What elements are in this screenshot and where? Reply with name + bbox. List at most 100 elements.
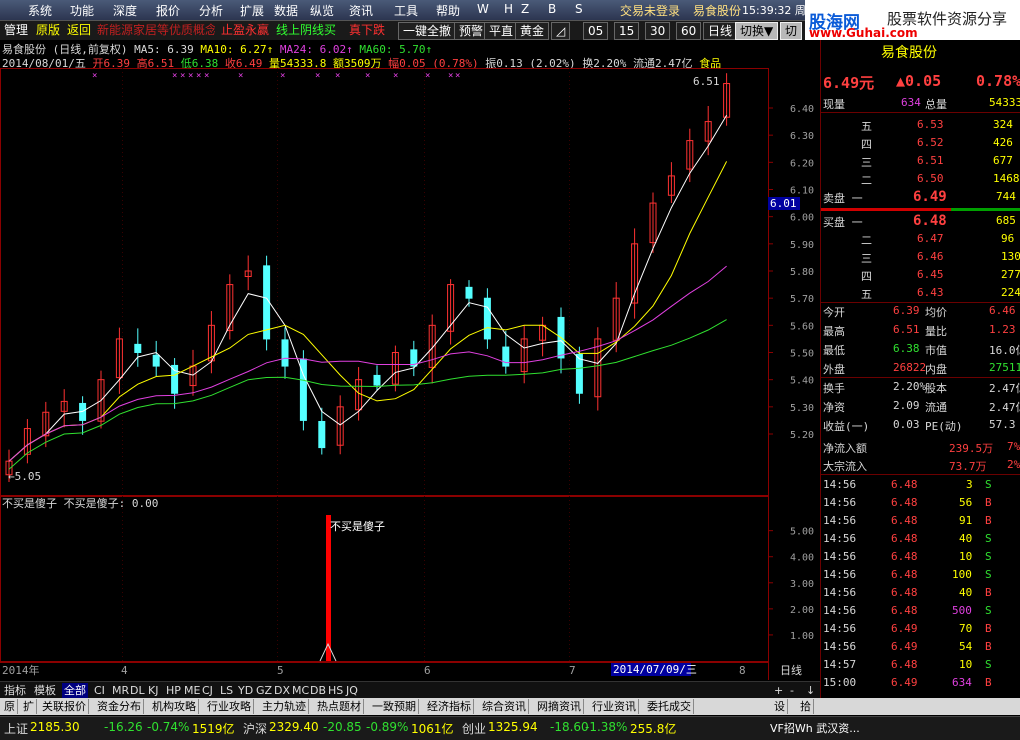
indicator-tab[interactable]: DL [128,683,147,698]
nav-button[interactable]: + [772,683,785,698]
menu-depth[interactable]: 深度 [113,2,137,19]
sell-1-row[interactable]: 卖盘 一 6.49 744 [821,188,1020,208]
info-tab[interactable]: 综合资讯 [480,699,529,714]
indicator-tab[interactable]: CI [92,683,107,698]
info-marker-icon[interactable]: × [196,71,201,81]
login-status[interactable]: 交易未登录 [620,2,680,19]
indicator-tab[interactable]: JQ [344,683,360,698]
menu-news[interactable]: 资讯 [349,2,373,19]
indicator-tab[interactable]: HP [164,683,183,698]
menu-data[interactable]: 数据 [274,2,298,19]
manage-button[interactable]: 管理 [0,22,32,38]
info-marker-icon[interactable]: × [315,71,320,81]
info-tab[interactable]: 热点题材 [315,699,364,714]
tick-row[interactable]: 14:57 6.48 10 S [821,656,1020,674]
info-tab[interactable]: 行业资讯 [590,699,639,714]
menu-letter-s[interactable]: S [575,2,583,16]
info-tab-right[interactable]: 拾 [798,699,814,714]
info-tab[interactable]: 委托成交 [645,699,694,714]
menu-analysis[interactable]: 分析 [199,2,223,19]
info-marker-icon[interactable]: × [335,71,340,81]
back-button[interactable]: 返回 [63,22,95,38]
menu-system[interactable]: 系统 [28,2,52,19]
ad-link-1[interactable]: 止盈永赢 [217,22,273,38]
info-marker-icon[interactable]: × [172,71,177,81]
cy-index[interactable]: 1325.94 [488,720,538,734]
period-30-button[interactable]: 30 [645,22,671,40]
info-marker-icon[interactable]: × [92,71,97,81]
menu-letter-z[interactable]: Z [521,2,529,16]
raw-button[interactable]: 原版 [32,22,64,38]
buy-1-row[interactable]: 买盘 一 6.48 685 [821,212,1020,232]
news-ticker[interactable]: VF招Wh 武汉资... [770,720,860,736]
ask-row[interactable]: 四 6.52 426 [821,134,1020,152]
menu-tools[interactable]: 工具 [394,2,418,19]
info-tab-right[interactable]: 设 [772,699,788,714]
tick-row[interactable]: 14:56 6.48 56 B [821,494,1020,512]
period-05-button[interactable]: 05 [583,22,609,40]
indicator-tab[interactable]: 指标 [2,683,28,698]
tick-row[interactable]: 15:00 6.49 634 B [821,674,1020,692]
menu-help[interactable]: 帮助 [436,2,460,19]
tick-row[interactable]: 14:56 6.48 500 S [821,602,1020,620]
menu-function[interactable]: 功能 [70,2,94,19]
info-marker-icon[interactable]: × [425,71,430,81]
info-tab[interactable]: 行业攻略 [205,699,254,714]
indicator-tab[interactable]: 全部 [62,683,88,698]
info-tab[interactable]: 扩 [21,699,37,714]
indicator-tab[interactable]: 模板 [32,683,58,698]
tick-row[interactable]: 14:56 6.48 40 S [821,530,1020,548]
nav-button[interactable]: ↓ [804,683,817,698]
info-marker-icon[interactable]: × [365,71,370,81]
switch-button-2[interactable]: 切 [780,22,803,40]
info-marker-icon[interactable]: × [393,71,398,81]
bid-row[interactable]: 二 6.47 96 [821,230,1020,248]
menu-letter-b[interactable]: B [548,2,556,16]
menu-quote[interactable]: 报价 [156,2,180,19]
sh-index[interactable]: 2185.30 [30,720,80,734]
switch-dropdown[interactable]: 切换▼ [735,22,779,40]
menu-extend[interactable]: 扩展 [240,2,264,19]
info-marker-icon[interactable]: × [180,71,185,81]
hs-index[interactable]: 2329.40 [269,720,319,734]
ask-row[interactable]: 五 6.53 324 [821,116,1020,134]
ask-row[interactable]: 三 6.51 677 [821,152,1020,170]
info-marker-icon[interactable]: × [448,71,453,81]
bid-row[interactable]: 五 6.43 224 [821,284,1020,303]
info-marker-icon[interactable]: × [238,71,243,81]
indicator-tab[interactable]: HS [326,683,345,698]
kline-chart[interactable]: 6.40 6.30 6.20 6.10 6.00 5.90 5.80 5.70 5.60 5.50… [0,68,820,680]
bid-row[interactable]: 三 6.46 130 [821,248,1020,266]
indicator-tab[interactable]: DX [272,683,292,698]
tick-row[interactable]: 14:56 6.49 54 B [821,638,1020,656]
menu-letter-h[interactable]: H [504,2,513,16]
tick-row[interactable]: 14:56 6.48 10 S [821,548,1020,566]
info-tab[interactable]: 机构攻略 [150,699,199,714]
tick-row[interactable]: 14:56 6.48 40 B [821,584,1020,602]
ad-link-2[interactable]: 线上阴线买 [272,22,340,38]
tick-row[interactable]: 14:56 6.48 3 S [821,476,1020,494]
scroll-ticker[interactable]: 新能源家居等优质概念股 [93,22,215,38]
draw-tool-icon[interactable]: ◿ [551,22,571,40]
info-tab[interactable]: 经济指标 [425,699,474,714]
period-15-button[interactable]: 15 [614,22,640,40]
daily-button[interactable]: 日线 [703,22,738,40]
warn-button[interactable]: 预警 [454,22,489,40]
info-tab[interactable]: 一致预期 [370,699,419,714]
gold-button[interactable]: 黄金 [515,22,550,40]
info-marker-icon[interactable]: × [188,71,193,81]
tick-row[interactable]: 14:56 6.49 70 B [821,620,1020,638]
ask-row[interactable]: 二 6.50 1468 [821,170,1020,188]
ad-link-3[interactable]: 真下跌 [345,22,389,38]
info-tab[interactable]: 资金分布 [95,699,144,714]
info-tab[interactable]: 网摘资讯 [535,699,584,714]
info-marker-icon[interactable]: × [204,71,209,81]
info-marker-icon[interactable]: × [455,71,460,81]
tick-row[interactable]: 14:56 6.48 91 B [821,512,1020,530]
menu-letter-w[interactable]: W [477,2,489,16]
menu-overview[interactable]: 纵览 [310,2,334,19]
indicator-tab[interactable]: YD [236,683,255,698]
flat-button[interactable]: 平直 [484,22,519,40]
indicator-tab[interactable]: KJ [146,683,160,698]
tick-row[interactable]: 14:56 6.48 100 S [821,566,1020,584]
